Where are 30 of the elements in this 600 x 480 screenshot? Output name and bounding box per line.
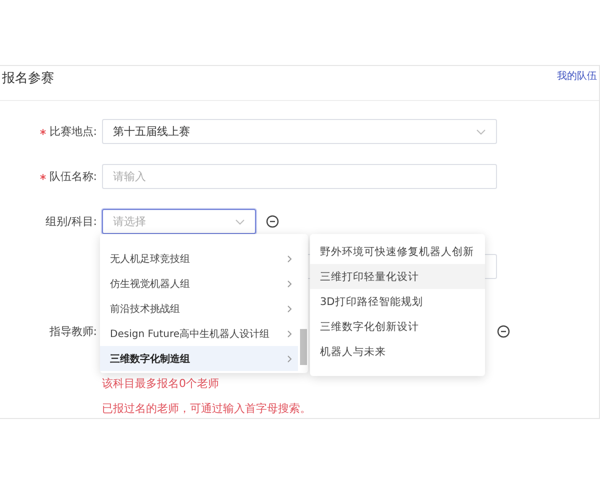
section-title: 报名参赛 (2, 70, 54, 87)
menu-item[interactable]: 前沿技术挑战组 (100, 296, 298, 321)
field-label: 组别/科目: (46, 214, 97, 229)
menu-item[interactable]: 三维数字化创新设计 (310, 314, 485, 339)
menu-item[interactable]: 三维数字化制造组 (100, 346, 298, 371)
hint-text: 该科目最多报名0个老师 (102, 376, 220, 391)
remove-circle-icon[interactable] (497, 325, 510, 338)
menu-item[interactable]: 无人机足球竞技组 (100, 246, 298, 271)
chevron-right-icon (287, 254, 292, 262)
chevron-right-icon (287, 280, 292, 288)
field-label: 指导教师: (49, 324, 97, 339)
chevron-down-icon (235, 218, 245, 224)
field-label: 比赛地点: (49, 124, 97, 139)
field-label: 队伍名称: (49, 169, 97, 184)
remove-circle-icon[interactable] (266, 215, 279, 228)
required-asterisk-icon (40, 128, 46, 134)
chevron-right-icon (287, 304, 292, 312)
menu-item[interactable]: 机器人与未来 (310, 339, 485, 364)
menu-item[interactable]: 三维打印轻量化设计 (310, 264, 485, 289)
menu-item[interactable]: Design Future高中生机器人设计组 (100, 321, 298, 346)
select-field[interactable]: 第十五届线上赛 (102, 119, 497, 144)
required-asterisk-icon (40, 174, 46, 180)
menu-item[interactable]: 仿生视觉机器人组 (100, 271, 298, 296)
chevron-right-icon (287, 354, 292, 362)
my-team-link[interactable]: 我的队伍 (557, 69, 597, 83)
menu-item[interactable]: 3D打印路径智能规划 (310, 289, 485, 314)
menu-item[interactable]: 野外环境可快速修复机器人创新 (310, 239, 485, 264)
hint-text: 已报过名的老师，可通过输入首字母搜索。 (102, 401, 312, 416)
chevron-down-icon (476, 128, 486, 134)
chevron-right-icon (287, 330, 292, 338)
